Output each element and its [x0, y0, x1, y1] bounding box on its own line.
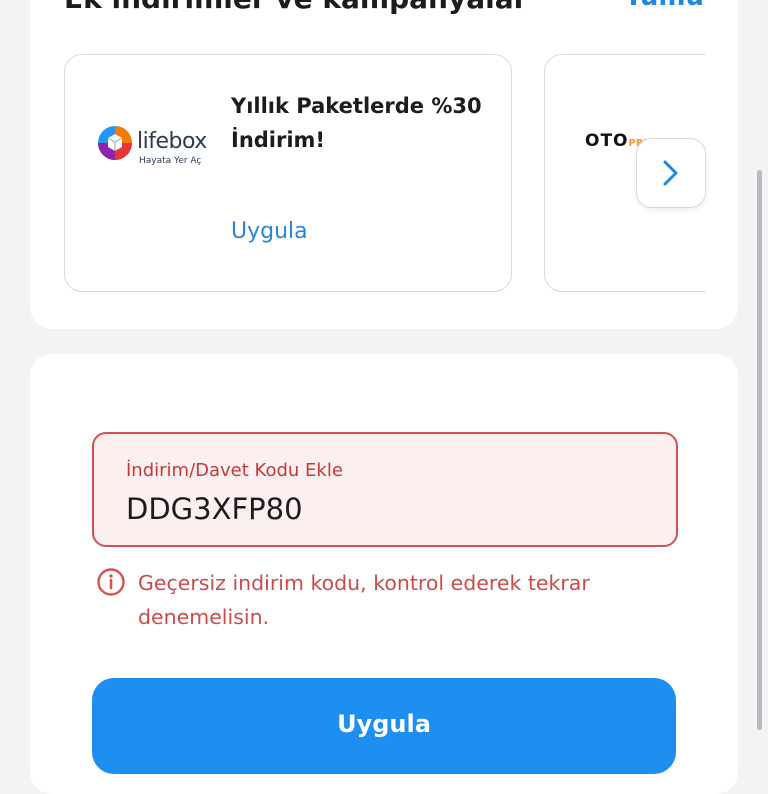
apply-button[interactable]: Uygula [92, 678, 676, 774]
discount-code-field[interactable]: İndirim/Davet Kodu Ekle [92, 432, 678, 547]
promo-apply-link[interactable]: Uygula [231, 219, 308, 244]
chevron-right-icon [663, 160, 678, 186]
lifebox-tagline: Hayata Yer Aç [139, 156, 202, 166]
section-title: Ek indirimler ve kampanyalar [64, 0, 527, 15]
lifebox-cube-icon [98, 126, 132, 160]
carousel-next-button[interactable] [636, 138, 706, 208]
discount-code-input[interactable] [126, 492, 646, 526]
promo-card-lifebox[interactable]: lifebox Hayata Yer Aç Yıllık Paketlerde … [64, 54, 512, 292]
lifebox-logo: lifebox Hayata Yer Aç [97, 121, 217, 171]
discount-code-label: İndirim/Davet Kodu Ekle [126, 460, 343, 481]
promo-title: Yıllık Paketlerde %30 İndirim! [231, 94, 482, 152]
promo-carousel[interactable]: lifebox Hayata Yer Aç Yıllık Paketlerde … [64, 54, 706, 292]
error-message: Geçersiz indirim kodu, kontrol ederek te… [138, 571, 590, 629]
info-circle-icon [97, 568, 125, 596]
see-all-link[interactable]: Tümü [625, 0, 704, 12]
lifebox-wordmark: lifebox [137, 129, 207, 154]
oto-wordmark: OTO [585, 131, 629, 151]
scrollbar[interactable] [757, 170, 762, 730]
